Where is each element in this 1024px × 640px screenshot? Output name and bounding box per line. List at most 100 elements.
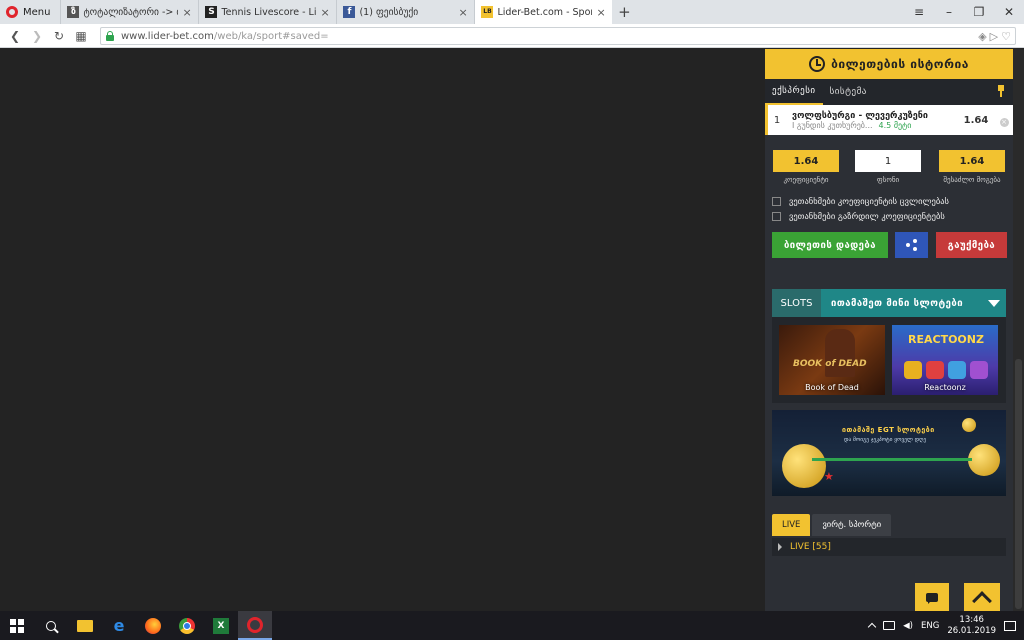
close-icon[interactable]: × (596, 6, 606, 19)
minimize-icon[interactable]: – (934, 5, 964, 19)
bet-selection: 1 ვოლფსბურგი - ლევერკუზენი I გუნდის კუთხ… (765, 105, 1013, 135)
search-button[interactable] (34, 611, 68, 640)
tab-title: Lider-Bet.com - Sports and (497, 6, 592, 18)
history-icon (809, 56, 826, 72)
tab-live[interactable]: LIVE (772, 514, 811, 536)
file-explorer-button[interactable] (68, 611, 102, 640)
caret-down-icon (988, 300, 1000, 307)
windows-logo-icon (10, 618, 24, 633)
live-events-row[interactable]: LIVE [55] (772, 538, 1006, 556)
alien-yellow-icon (904, 361, 922, 379)
live-tabs: LIVE ვირტ. სპორტი (772, 514, 892, 536)
url-path: /web/ka/sport#saved= (213, 30, 329, 42)
cancel-button[interactable]: გაუქმება (936, 232, 1007, 258)
accept-odds-change-checkbox[interactable] (772, 197, 781, 206)
chrome-icon (179, 617, 195, 634)
speed-dial-icon[interactable]: ▦ (70, 29, 92, 43)
reload-icon[interactable]: ↻ (48, 29, 70, 43)
place-bet-button[interactable]: ბილეთის დადება (772, 232, 888, 258)
close-icon[interactable]: × (458, 6, 468, 19)
search-icon (46, 620, 56, 631)
chat-button[interactable] (915, 583, 949, 611)
scrollbar-thumb[interactable] (1015, 359, 1022, 609)
tray-expand-icon[interactable] (867, 622, 877, 632)
chat-icon (926, 592, 938, 604)
pin-icon[interactable] (997, 85, 1005, 97)
excel-button[interactable]: X (204, 611, 238, 640)
windows-taskbar: e X ◀) ENG 13:46 26.01.2019 (0, 611, 1024, 640)
selection-text: ვოლფსბურგი - ლევერკუზენი I გუნდის კუთხურ… (792, 111, 957, 130)
scroll-top-button[interactable] (964, 583, 1000, 611)
tab-express[interactable]: ექსპრესი (765, 79, 823, 105)
star-icon: ★ (824, 470, 834, 483)
slots-label: SLOTS (772, 289, 821, 317)
restore-icon[interactable]: ❐ (964, 5, 994, 19)
browser-tab-facebook[interactable]: f (1) ფეისბუქი × (336, 0, 474, 24)
accept-higher-odds-checkbox[interactable] (772, 212, 781, 221)
new-tab-button[interactable]: + (612, 0, 636, 24)
stake-label: ფსონი (876, 176, 900, 184)
selection-line: 4.5 მეტი (878, 120, 912, 130)
liderbet-favicon-icon: LB (481, 6, 494, 18)
edge-button[interactable]: e (102, 611, 136, 640)
browser-tab-tennis[interactable]: S Tennis Livescore - Live Sco × (198, 0, 336, 24)
opera-logo-icon (6, 6, 18, 18)
page-scrollbar[interactable] (1013, 49, 1024, 611)
cube-icon[interactable]: ◈ (978, 30, 986, 43)
url-host: www.lider-bet.com (121, 30, 214, 42)
live-row-label: LIVE (790, 542, 810, 552)
betslip-actions: ბილეთის დადება გაუქმება (765, 232, 1013, 272)
network-icon[interactable] (883, 621, 896, 630)
start-button[interactable] (0, 611, 34, 640)
game-book-of-dead[interactable]: BOOK of DEAD Book of Dead (779, 325, 885, 395)
volume-icon[interactable]: ◀) (903, 621, 913, 631)
forward-icon[interactable]: ❯ (26, 29, 48, 43)
tab-menu-icon[interactable]: ≡ (904, 5, 934, 19)
opera-menu-button[interactable]: Menu (0, 0, 60, 24)
tab-virtual-sports[interactable]: ვირტ. სპორტი (812, 514, 892, 536)
back-icon[interactable]: ❮ (4, 29, 26, 43)
book-of-dead-logo: BOOK of DEAD (793, 359, 867, 369)
selection-index: 1 (773, 114, 781, 126)
selection-odd: 1.64 (963, 114, 989, 126)
accept-odds-change-row[interactable]: ვეთანხმები კოეფიციენტის ცვლილებას (765, 194, 1013, 209)
firefox-button[interactable] (136, 611, 170, 640)
heart-icon[interactable]: ♡ (1001, 30, 1011, 43)
close-icon[interactable]: × (182, 6, 192, 19)
payout-value: 1.64 (939, 150, 1005, 172)
stake-input[interactable]: 1 (855, 150, 921, 172)
opera-button[interactable] (238, 611, 272, 640)
accept-odds-change-label: ვეთანხმები კოეფიციენტის ცვლილებას (789, 196, 949, 207)
slots-dropdown[interactable]: ითამაშეთ მინი სლოტები (821, 289, 1006, 317)
alien-purple-icon (970, 361, 988, 379)
facebook-favicon-icon: f (343, 6, 356, 18)
tab-title: (1) ფეისბუქი (359, 6, 419, 18)
chrome-button[interactable] (170, 611, 204, 640)
firefox-icon (145, 617, 161, 634)
promo-subtitle: და მოიგე ჯეკპოტი ყოველ დღე (844, 437, 927, 443)
notifications-icon[interactable] (1004, 620, 1016, 631)
egt-promo-banner[interactable]: ითამაშე EGT სლოტები და მოიგე ჯეკპოტი ყოვ… (772, 410, 1006, 496)
remove-selection-button[interactable]: × (995, 114, 1013, 127)
browser-tab-liderbet[interactable]: LB Lider-Bet.com - Sports and × (474, 0, 613, 24)
clock-time: 13:46 (959, 614, 984, 625)
share-button[interactable] (895, 232, 928, 258)
coefficient-label: კოეფიციენტი (783, 176, 829, 184)
share-icon (905, 239, 918, 251)
game-reactoonz[interactable]: REACTOONZ Reactoonz (892, 325, 998, 395)
url-input[interactable]: www.lider-bet.com/web/ka/sport#saved= ◈ … (100, 27, 1016, 45)
accept-higher-odds-row[interactable]: ვეთანხმები გაზრდილ კოეფიციენტებს (765, 209, 1013, 224)
ticket-history-button[interactable]: ბილეთების ისტორია (765, 49, 1013, 79)
close-icon[interactable]: × (320, 6, 330, 19)
browser-tab-totalizator[interactable]: ზ ტოტალიზატორი -> თამ × (60, 0, 198, 24)
live-row-count: [55] (812, 542, 831, 552)
close-window-icon[interactable]: ✕ (994, 5, 1024, 19)
clock[interactable]: 13:46 26.01.2019 (947, 615, 996, 637)
edge-icon: e (113, 616, 125, 635)
selection-market: I გუნდის კუთხურებ... (792, 120, 873, 130)
send-icon[interactable]: ▷ (990, 30, 998, 43)
bet-type-tabs: ექსპრესი სისტემა (765, 79, 1013, 105)
selection-match: ვოლფსბურგი - ლევერკუზენი (792, 110, 928, 121)
language-indicator[interactable]: ENG (921, 621, 939, 631)
tab-system[interactable]: სისტემა (823, 79, 874, 105)
